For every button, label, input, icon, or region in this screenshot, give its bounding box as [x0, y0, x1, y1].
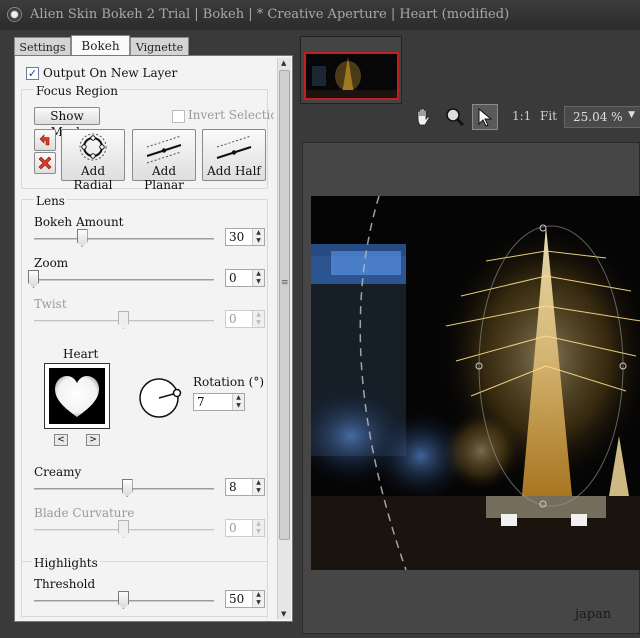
delete-icon — [38, 156, 52, 170]
show-mask-button[interactable]: Show Mask — [34, 107, 100, 139]
zoom-spinner[interactable]: 0 ▲ ▼ — [225, 269, 265, 287]
hand-icon — [417, 108, 430, 126]
creamy-label: Creamy — [34, 465, 82, 479]
zoom-level-select[interactable]: 25.04 % ▼ — [564, 106, 640, 128]
threshold-spinner[interactable]: 50 ▲ ▼ — [225, 590, 265, 608]
invert-selection-checkbox[interactable] — [172, 110, 185, 123]
shape-preview[interactable] — [44, 363, 110, 429]
focus-region-heading: Focus Region — [34, 84, 120, 98]
spin-up-icon[interactable]: ▲ — [253, 311, 264, 319]
zoom-tool[interactable] — [442, 104, 468, 130]
threshold-value: 50 — [229, 592, 245, 606]
tab-vignette[interactable]: Vignette — [130, 37, 189, 57]
tab-bokeh[interactable]: Bokeh — [71, 35, 130, 56]
preview-photo[interactable] — [311, 196, 640, 570]
undo-button[interactable] — [34, 129, 56, 151]
title-bar: Alien Skin Bokeh 2 Trial | Bokeh | * Cre… — [0, 0, 640, 30]
lens-heading: Lens — [34, 194, 67, 208]
grip-icon: ≡ — [281, 278, 289, 288]
bokeh-amount-label: Bokeh Amount — [34, 215, 124, 229]
next-shape-button[interactable]: > — [86, 434, 100, 446]
spin-up-icon[interactable]: ▲ — [253, 229, 264, 237]
bokeh-amount-value: 30 — [229, 230, 245, 244]
bokeh-amount-track[interactable] — [34, 238, 214, 240]
scrollbar-thumb[interactable] — [279, 70, 290, 540]
twist-value: 0 — [229, 312, 237, 326]
twist-label: Twist — [34, 297, 67, 311]
rotation-label: Rotation (°) — [193, 375, 265, 389]
spin-up-icon[interactable]: ▲ — [253, 479, 264, 487]
twist-spinner[interactable]: 0 ▲ ▼ — [225, 310, 265, 328]
output-new-layer-label: Output On New Layer — [43, 66, 178, 80]
prev-shape-button[interactable]: < — [54, 434, 68, 446]
spin-down-icon[interactable]: ▼ — [253, 278, 264, 286]
threshold-label: Threshold — [34, 577, 96, 591]
add-half-label: Add Half — [207, 164, 261, 178]
spin-down-icon[interactable]: ▼ — [253, 319, 264, 327]
undo-icon — [39, 134, 50, 146]
creamy-spinner[interactable]: 8 ▲ ▼ — [225, 478, 265, 496]
blade-curvature-label: Blade Curvature — [34, 506, 135, 520]
zoom-label: Zoom — [34, 256, 69, 270]
spin-down-icon[interactable]: ▼ — [253, 599, 264, 607]
panel-scrollbar[interactable]: ▲ ≡ ▼ — [277, 58, 291, 619]
shape-label: Heart — [63, 347, 99, 361]
app-icon — [7, 7, 22, 22]
spin-up-icon[interactable]: ▲ — [253, 270, 264, 278]
spin-down-icon[interactable]: ▼ — [233, 402, 244, 410]
half-icon — [216, 135, 252, 159]
window-title: Alien Skin Bokeh 2 Trial | Bokeh | * Cre… — [30, 7, 510, 22]
highlights-heading: Highlights — [32, 556, 100, 570]
hand-tool[interactable] — [410, 104, 436, 130]
blade-curvature-spinner[interactable]: 0 ▲ ▼ — [225, 519, 265, 537]
creamy-value: 8 — [229, 480, 237, 494]
arrow-cursor-icon — [478, 107, 493, 127]
zoom-fit-button[interactable]: Fit — [540, 109, 557, 123]
rotation-spinner[interactable]: 7 ▲ ▼ — [193, 393, 245, 411]
invert-selection-label: Invert Selection — [188, 108, 274, 122]
zoom-level-value: 25.04 % — [573, 110, 623, 124]
thumbnail-strip — [300, 36, 402, 104]
spin-down-icon[interactable]: ▼ — [253, 528, 264, 536]
add-radial-label: Add Radial — [73, 164, 113, 192]
spin-up-icon[interactable]: ▲ — [233, 394, 244, 402]
thumbnail-image — [306, 54, 397, 98]
add-radial-button[interactable]: Add Radial — [61, 129, 125, 192]
output-new-layer-checkbox[interactable]: ✓ — [26, 67, 39, 80]
rotation-dial[interactable] — [137, 373, 185, 421]
spin-up-icon[interactable]: ▲ — [253, 520, 264, 528]
rotation-value: 7 — [197, 395, 205, 409]
blade-curvature-value: 0 — [229, 521, 237, 535]
photo-caption: japan — [575, 607, 612, 622]
delete-button[interactable] — [34, 152, 56, 174]
radial-icon — [79, 133, 107, 161]
zoom-1to1-button[interactable]: 1:1 — [512, 109, 531, 123]
zoom-track[interactable] — [34, 279, 214, 281]
spin-up-icon[interactable]: ▲ — [253, 591, 264, 599]
preview-toolbar: 1:1 Fit 25.04 % ▼ — [300, 104, 640, 130]
spin-down-icon[interactable]: ▼ — [253, 237, 264, 245]
preview-viewport[interactable]: japan — [302, 142, 640, 634]
add-half-button[interactable]: Add Half — [202, 129, 266, 181]
tab-settings[interactable]: Settings — [14, 37, 71, 57]
chevron-down-icon: ▼ — [628, 110, 635, 120]
add-planar-button[interactable]: Add Planar — [132, 129, 196, 192]
panel-content: ✓ Output On New Layer Focus Region Show … — [21, 61, 274, 618]
magnifier-icon — [446, 108, 465, 127]
photo-thumbnail[interactable] — [304, 52, 399, 100]
scroll-up-icon[interactable]: ▲ — [281, 59, 286, 67]
zoom-value: 0 — [229, 271, 237, 285]
bokeh-photo — [311, 196, 640, 570]
add-planar-label: Add Planar — [144, 164, 184, 192]
select-tool[interactable] — [472, 104, 498, 130]
planar-icon — [146, 135, 182, 164]
scroll-down-icon[interactable]: ▼ — [281, 610, 286, 618]
settings-panel: ✓ Output On New Layer Focus Region Show … — [14, 55, 293, 622]
bokeh-amount-spinner[interactable]: 30 ▲ ▼ — [225, 228, 265, 246]
heart-shape-icon — [55, 376, 99, 417]
spin-down-icon[interactable]: ▼ — [253, 487, 264, 495]
